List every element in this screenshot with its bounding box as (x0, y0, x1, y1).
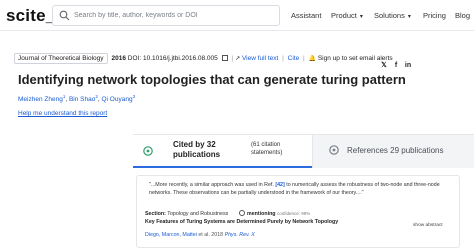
search-input[interactable] (74, 8, 274, 23)
nav-solutions-label: Solutions (374, 11, 405, 20)
cited-by-label: Cited by 32 publications (173, 140, 221, 159)
citation-quote: "...More recently, a similar approach wa… (149, 182, 449, 197)
references-icon (329, 145, 339, 155)
journal-badge[interactable]: Journal of Theoretical Biology (14, 53, 108, 64)
chevron-down-icon: ▾ (359, 14, 363, 20)
nav-blog[interactable]: Blog (455, 11, 470, 20)
citation-type: mentioning (247, 211, 276, 217)
separator: | (282, 55, 284, 62)
citing-paper-year: et al. 2018 (198, 232, 224, 238)
quote-text: "...More recently, a similar approach wa… (149, 182, 274, 188)
citation-type-badge: mentioning confidence: 99% (239, 210, 310, 217)
twitter-icon[interactable]: 𝕏 (380, 62, 388, 70)
chat-bubble-icon (143, 146, 153, 156)
scite-logo[interactable]: scite_ (6, 6, 55, 26)
view-full-text-link[interactable]: View full text (242, 55, 278, 62)
top-navigation-bar: scite_ Assistant Product▾ Solutions▾ Pri… (0, 0, 474, 31)
author-link[interactable]: Meizhen Zheng (18, 96, 63, 103)
author-list: Meizhen Zheng1, Bin Shao2, Qi Ouyang3 (18, 94, 135, 103)
references-label: References 29 publications (347, 146, 444, 155)
author-affiliation: 3 (132, 94, 136, 99)
tab-cited-by[interactable]: Cited by 32 publications (61 citation st… (133, 135, 312, 168)
search-icon (59, 10, 70, 21)
chevron-down-icon: ▾ (407, 14, 411, 20)
reference-marker[interactable]: [42] (275, 182, 284, 188)
mentioning-icon (239, 210, 245, 216)
show-abstract-label: show abstract (413, 223, 443, 228)
help-understand-link[interactable]: Help me understand this report (18, 110, 107, 117)
author-link[interactable]: Mattei (182, 232, 196, 238)
nav-solutions[interactable]: Solutions ▾ (374, 11, 411, 20)
cite-link[interactable]: Cite (288, 55, 300, 62)
confidence-score: confidence: 99% (277, 211, 311, 216)
citing-paper-journal[interactable]: Phys. Rev. X (225, 232, 255, 238)
author-link[interactable]: Marcon (162, 232, 180, 238)
nav-pricing[interactable]: Pricing (423, 11, 446, 20)
nav-product[interactable]: Product ▾ (331, 11, 363, 20)
section-info: Section: Topology and Robustness (145, 211, 228, 217)
tab-references[interactable]: References 29 publications (312, 135, 474, 168)
facebook-icon[interactable]: f (392, 62, 400, 70)
separator: | (303, 55, 305, 62)
citation-statement-card: "...More recently, a similar approach wa… (136, 175, 460, 248)
nav-assistant[interactable]: Assistant (291, 11, 321, 20)
author-link[interactable]: Diego (145, 232, 159, 238)
citing-paper-authors: Diego, Marcon, Mattei et al. 2018 Phys. … (145, 232, 255, 238)
share-icons: 𝕏f in (376, 54, 412, 72)
separator: | (231, 55, 234, 62)
bell-icon: 🔔 (308, 56, 317, 62)
search-box[interactable] (52, 5, 280, 26)
nav-product-label: Product (331, 11, 357, 20)
section-value: Topology and Robustness (167, 211, 229, 217)
linkedin-icon[interactable]: in (404, 62, 412, 70)
citing-paper-title[interactable]: Key Features of Turing Systems are Deter… (145, 219, 435, 226)
section-label: Section: (145, 211, 166, 217)
author-link[interactable]: Bin Shao (69, 96, 95, 103)
publication-year: 2016 (111, 55, 126, 62)
copy-icon[interactable] (221, 55, 228, 61)
doi-text: DOI: 10.1016/j.jtbi.2016.08.005 (127, 55, 218, 62)
external-link-icon: ↗ (235, 56, 241, 62)
author-link[interactable]: Qi Ouyang (101, 96, 132, 103)
article-title: Identifying network topologies that can … (18, 72, 406, 87)
show-abstract-toggle[interactable]: show abstract (413, 223, 443, 228)
citation-statements-count: (61 citation statements) (251, 142, 283, 156)
